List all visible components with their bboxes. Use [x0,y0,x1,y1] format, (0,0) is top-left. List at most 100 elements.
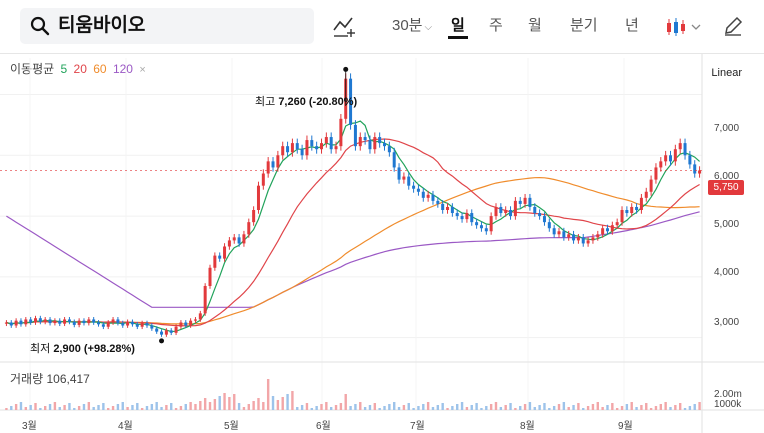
price-tick-3000: 3,000 [714,317,740,328]
volume-bar [237,403,241,410]
candle-body [383,143,387,147]
volume-bar [24,407,28,410]
volume-bar [116,404,120,410]
candle-body [43,319,47,322]
volume-bar [431,407,435,410]
high-price-label: 최고 7,260 (-20.80%) [255,93,357,109]
candle-body [436,200,440,204]
candle-body [281,146,285,156]
volume-bar [44,406,47,410]
candle-body [426,194,430,198]
volume-bar [208,402,212,410]
volume-bar [136,403,139,410]
volume-legend: 거래량 106,417 [10,370,90,387]
candle-body [14,320,18,326]
price-chart[interactable] [0,0,764,433]
candle-body [649,179,653,192]
candle-body [58,320,62,324]
volume-bar [499,407,503,410]
candle-body [489,216,493,232]
candle-body [358,137,362,147]
volume-bar [320,404,323,410]
candle-body [34,318,38,323]
moving-average-lines [6,120,700,333]
candle-body [630,206,634,214]
candle-body [591,237,595,241]
candle-body [334,146,338,150]
candle-body [106,322,110,327]
volume-bar [247,404,250,410]
volume-bar [417,406,420,410]
candle-body [252,210,256,223]
candle-body [24,319,28,325]
volume-bar [131,405,134,410]
candle-body [659,161,663,168]
volume-bar [170,403,173,410]
volume-bar [412,408,415,410]
volume-bar [407,403,410,410]
volume-bar [107,408,110,410]
candle-body [92,319,96,323]
volume-bar [625,404,629,410]
candle-body [164,330,168,335]
candle-body [693,164,697,174]
low-prefix: 최저 [30,343,51,355]
ma-120-line [6,211,700,308]
candle-body [431,194,435,201]
volume-bar [543,403,546,410]
candle-body [169,330,173,333]
volume-bar [257,398,260,410]
volume-bar [635,407,638,410]
volume-bar [160,407,163,410]
volume-bar [339,403,343,410]
volume-bar [223,393,226,410]
candle-body [319,143,323,150]
volume-bar [19,402,23,410]
volume-bar [577,403,580,410]
volume-bar [310,408,313,410]
candle-body [368,140,372,150]
candle-body [295,143,299,150]
volume-bar [189,402,192,410]
volume-bar [654,406,658,410]
candle-body [290,143,294,153]
volume-bar [586,406,590,410]
volume-value: 106,417 [46,372,90,386]
candle-body [135,324,139,327]
candle-body [256,185,260,210]
volume-bar [97,405,100,410]
candle-body [63,319,67,324]
candle-body [576,237,580,241]
volume-bar [519,406,522,410]
candle-body [276,155,280,168]
volume-bar [533,407,536,410]
volume-bar [460,402,464,410]
candle-body [101,324,105,327]
high-prefix: 최고 [255,96,276,108]
volume-bar [34,403,37,410]
volume-bar [480,408,483,410]
volume-bar [470,405,473,410]
volume-bar [582,408,585,410]
candle-body [601,228,605,235]
candle-body [261,173,265,186]
volume-bar [354,404,357,410]
candle-body [523,197,527,204]
volume-bar [228,397,231,410]
volume-bar [388,404,391,410]
volume-bar [698,402,701,410]
candle-body [581,237,585,244]
volume-bar [111,406,115,410]
candle-body [208,267,212,286]
volume-bar [53,402,57,410]
month-label-9: 9월 [618,421,633,432]
volume-bars [5,379,701,410]
volume-bar [349,406,352,410]
volume-bar [145,406,149,410]
volume-bar [611,403,614,410]
candle-body [455,213,459,217]
candle-body [664,155,668,162]
candle-body [446,206,450,210]
candle-body [232,237,236,241]
candle-body [518,200,522,204]
